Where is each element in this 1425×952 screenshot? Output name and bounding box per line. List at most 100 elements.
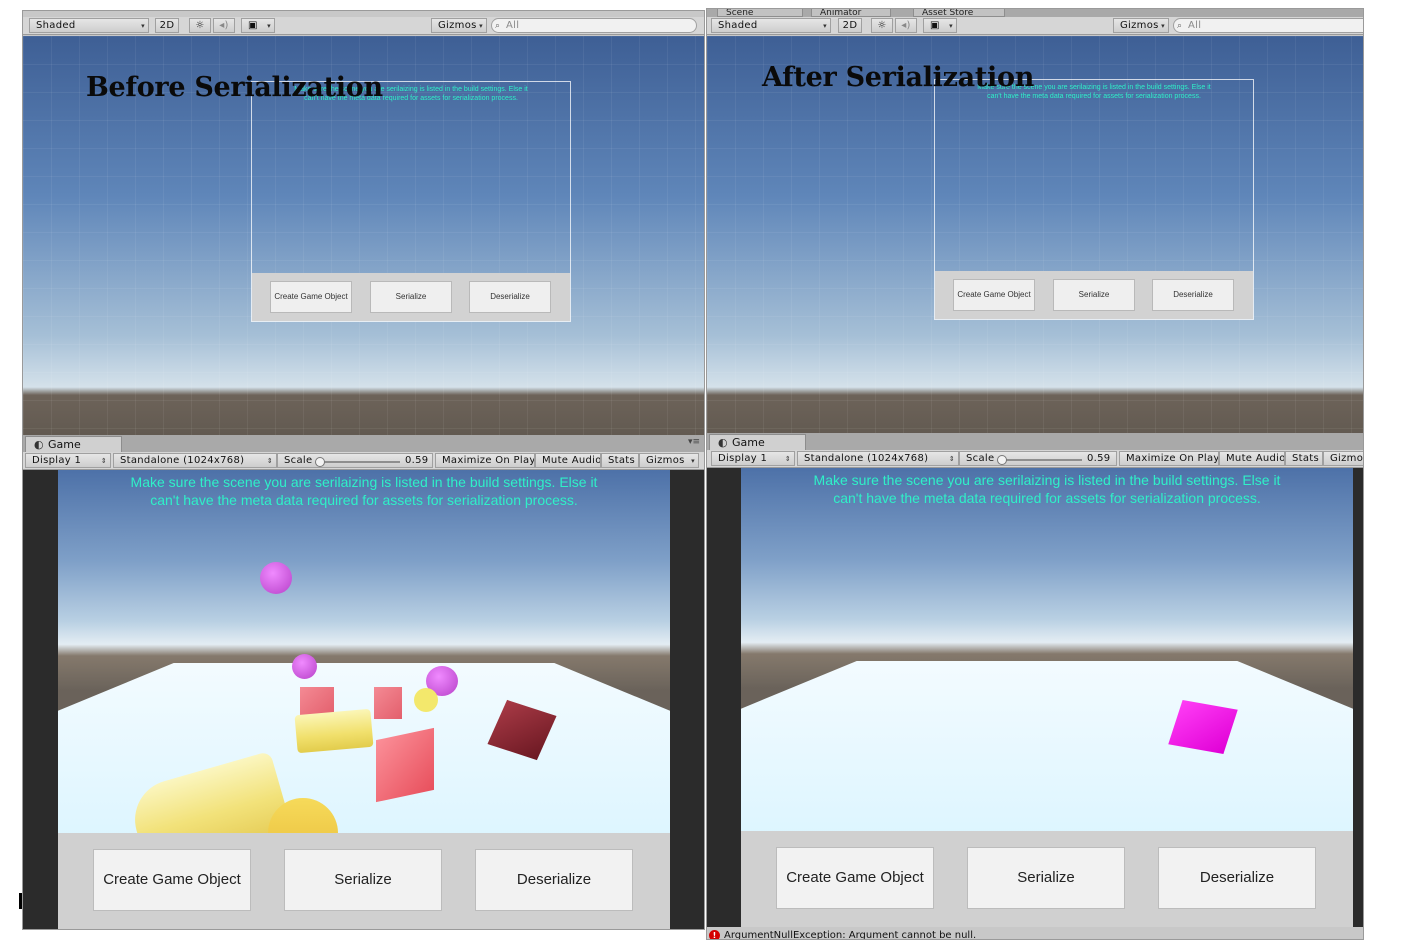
scale-slider-handle[interactable] <box>315 457 325 467</box>
display-dropdown[interactable]: Display 1 ⇕ <box>25 453 111 468</box>
maximize-on-play-toggle[interactable]: Maximize On Play <box>1119 451 1219 466</box>
tab-scene-label: Scene <box>726 9 754 17</box>
dropdown-arrow-icon: ▾ <box>267 22 271 30</box>
error-icon: ! <box>709 930 720 939</box>
after-serialization-panel: Scene Animator Asset Store Shaded ▾ 2D ☼ … <box>706 8 1364 940</box>
scale-value: 0.59 <box>405 455 429 466</box>
tab-animator[interactable]: Animator <box>811 9 891 17</box>
game-render-area: Make sure the scene you are serilaizing … <box>58 470 670 929</box>
tab-scene[interactable]: Scene <box>717 9 803 17</box>
game-controller-icon: ◐ <box>34 438 44 451</box>
speaker-icon[interactable]: ◂) <box>213 18 235 33</box>
scene-toolbar: Shaded ▾ 2D ☼ ◂) ▣ ▾ Gizmos ▾ ⌕ All <box>707 17 1363 35</box>
scene-button-bar: Create Game Object Serialize Deserialize <box>252 273 570 321</box>
console-status-bar[interactable]: ! ArgumentNullException: Argument cannot … <box>709 930 976 939</box>
edge-artifact <box>19 893 22 909</box>
scene-serialize-button[interactable]: Serialize <box>370 281 452 313</box>
create-game-object-button[interactable]: Create Game Object <box>93 849 251 911</box>
scene-view[interactable]: Make sure the scene you are serilaizing … <box>23 36 704 435</box>
2d-toggle-button[interactable]: 2D <box>838 18 862 33</box>
scene-serialize-button[interactable]: Serialize <box>1053 279 1135 311</box>
search-input[interactable]: ⌕ All <box>491 18 697 33</box>
mute-audio-toggle[interactable]: Mute Audio <box>1219 451 1285 466</box>
maximize-on-play-toggle[interactable]: Maximize On Play <box>435 453 535 468</box>
display-dropdown[interactable]: Display 1 ⇕ <box>711 451 795 466</box>
scale-label: Scale <box>966 453 995 464</box>
scene-toolbar: Shaded ▾ 2D ☼ ◂) ▣ ▾ Gizmos ▾ ⌕ All <box>23 17 704 35</box>
sun-icon[interactable]: ☼ <box>871 18 893 33</box>
gizmos-dropdown[interactable]: Gizmos ▾ <box>1113 18 1169 33</box>
scale-slider-track[interactable] <box>318 461 400 463</box>
tab-game[interactable]: ◐ Game <box>25 436 122 452</box>
scene-create-game-object-button[interactable]: Create Game Object <box>953 279 1035 311</box>
dropdown-arrow-icon: ⇕ <box>266 457 273 465</box>
game-controller-icon: ◐ <box>718 436 728 449</box>
search-icon: ⌕ <box>1177 21 1183 31</box>
stats-toggle[interactable]: Stats <box>601 453 639 468</box>
game-tab-bar: ◐ Game <box>707 433 1363 450</box>
resolution-label: Standalone (1024x768) <box>120 455 245 466</box>
shading-mode-dropdown[interactable]: Shaded ▾ <box>29 18 149 33</box>
mute-audio-toggle[interactable]: Mute Audio <box>535 453 601 468</box>
before-serialization-panel: Shaded ▾ 2D ☼ ◂) ▣ ▾ Gizmos ▾ ⌕ All Make sur… <box>22 10 705 930</box>
scale-slider-handle[interactable] <box>997 455 1007 465</box>
scale-control: Scale 0.59 <box>277 453 433 468</box>
game-gizmos-label: Gizmos <box>1330 453 1364 464</box>
sun-icon[interactable]: ☼ <box>189 18 211 33</box>
game-gizmos-dropdown[interactable]: Gizmos <box>1323 451 1364 466</box>
dropdown-arrow-icon: ⇕ <box>948 455 955 463</box>
image-icon[interactable]: ▣ ▾ <box>923 18 957 33</box>
game-gizmos-dropdown[interactable]: Gizmos ▾ <box>639 453 699 468</box>
tab-game[interactable]: ◐ Game <box>709 434 806 450</box>
resolution-dropdown[interactable]: Standalone (1024x768) ⇕ <box>797 451 959 466</box>
create-game-object-button[interactable]: Create Game Object <box>776 847 934 909</box>
game-button-bar: Create Game Object Serialize Deserialize <box>741 831 1353 927</box>
dropdown-arrow-icon: ⇕ <box>100 457 107 465</box>
serialize-button[interactable]: Serialize <box>284 849 442 911</box>
game-tab-label: Game <box>48 438 81 451</box>
gizmos-label: Gizmos <box>1120 20 1159 31</box>
deserialize-button[interactable]: Deserialize <box>475 849 633 911</box>
resolution-dropdown[interactable]: Standalone (1024x768) ⇕ <box>113 453 277 468</box>
deserialize-button[interactable]: Deserialize <box>1158 847 1316 909</box>
red-cube <box>376 727 434 803</box>
game-render-area: Make sure the scene you are serilaizing … <box>741 468 1353 927</box>
scene-view[interactable]: Make sure the scene you are serilaizing … <box>707 36 1363 435</box>
speaker-icon[interactable]: ◂) <box>895 18 917 33</box>
tab-asset-store[interactable]: Asset Store <box>913 9 1005 17</box>
yellow-capsule <box>414 688 438 712</box>
menu-icon[interactable]: ▾≡ <box>688 437 700 447</box>
magenta-sphere <box>260 562 292 594</box>
scale-slider-track[interactable] <box>1000 459 1082 461</box>
game-tab-bar: ◐ Game ▾≡ <box>23 435 704 452</box>
scene-deserialize-button[interactable]: Deserialize <box>1152 279 1234 311</box>
search-input[interactable]: ⌕ All <box>1173 18 1363 33</box>
dropdown-arrow-icon: ▾ <box>1161 22 1165 30</box>
before-serialization-label: Before Serialization <box>86 72 383 103</box>
image-icon[interactable]: ▣ ▾ <box>241 18 275 33</box>
game-message: Make sure the scene you are serilaizing … <box>130 474 598 508</box>
2d-toggle-label: 2D <box>159 20 175 31</box>
dropdown-arrow-icon: ▾ <box>479 22 483 30</box>
2d-toggle-button[interactable]: 2D <box>155 18 179 33</box>
tab-asset-store-label: Asset Store <box>922 9 974 17</box>
display-label: Display 1 <box>32 455 82 466</box>
tab-animator-label: Animator <box>820 9 862 17</box>
scale-value: 0.59 <box>1087 453 1111 464</box>
scene-deserialize-button[interactable]: Deserialize <box>469 281 551 313</box>
game-toolbar: Display 1 ⇕ Standalone (1024x768) ⇕ Scale … <box>23 452 704 470</box>
game-button-bar: Create Game Object Serialize Deserialize <box>58 833 670 929</box>
dropdown-arrow-icon: ▾ <box>823 22 827 30</box>
dropdown-arrow-icon: ⇕ <box>784 455 791 463</box>
shading-mode-dropdown[interactable]: Shaded ▾ <box>711 18 831 33</box>
gizmos-dropdown[interactable]: Gizmos ▾ <box>431 18 487 33</box>
scene-button-bar: Create Game Object Serialize Deserialize <box>935 271 1253 319</box>
scene-create-game-object-button[interactable]: Create Game Object <box>270 281 352 313</box>
red-cube <box>374 687 402 719</box>
stats-toggle[interactable]: Stats <box>1285 451 1323 466</box>
search-icon: ⌕ <box>495 21 501 31</box>
shading-mode-label: Shaded <box>36 20 76 31</box>
game-view[interactable]: Make sure the scene you are serilaizing … <box>23 470 704 929</box>
game-view[interactable]: Make sure the scene you are serilaizing … <box>707 468 1363 927</box>
serialize-button[interactable]: Serialize <box>967 847 1125 909</box>
